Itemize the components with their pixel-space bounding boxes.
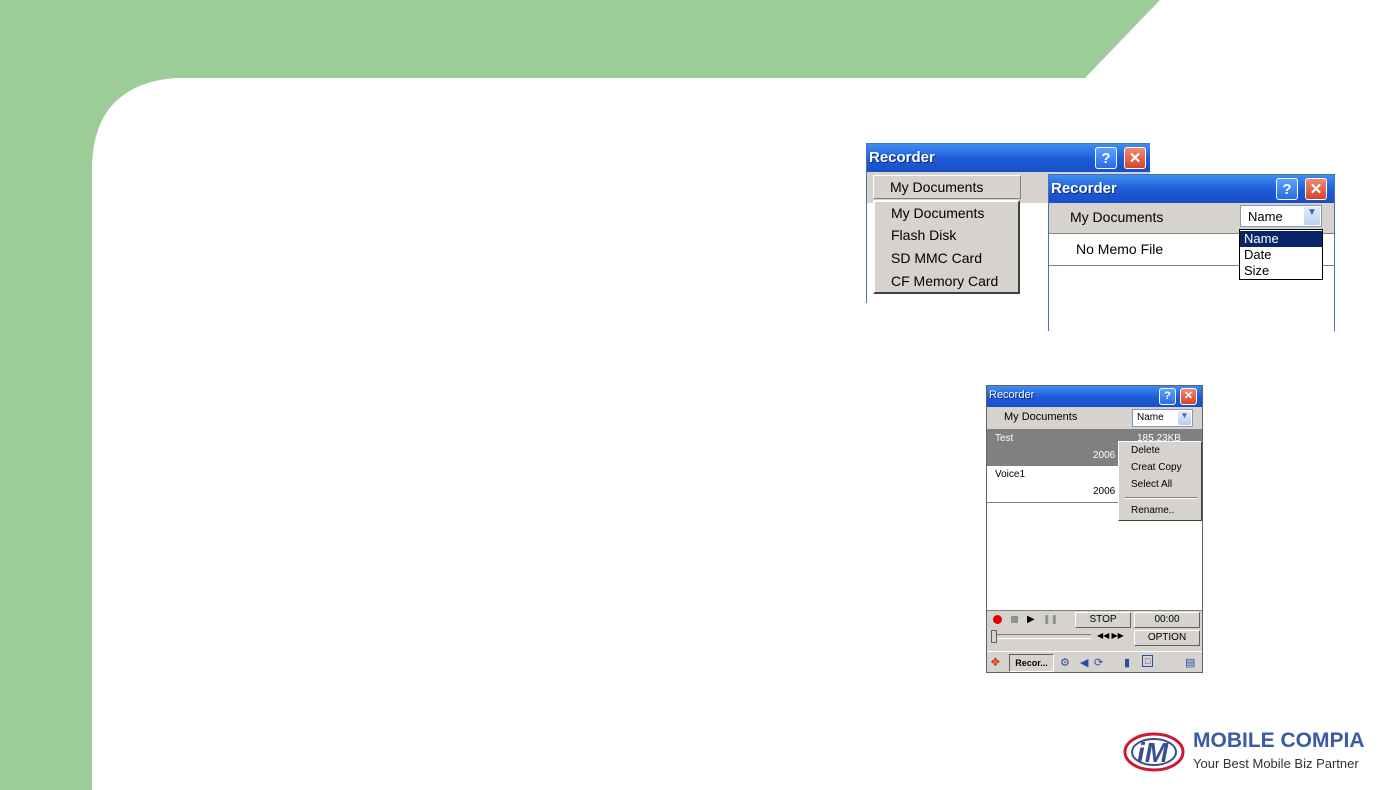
window-title: Recorder [1051,180,1117,197]
title-bar: Recorder ? ✕ [1049,175,1334,203]
close-button[interactable]: ✕ [1180,388,1197,405]
stop-icon[interactable] [1011,616,1018,623]
sort-selected-value: Name [1248,209,1283,224]
folder-label[interactable]: My Documents [1070,209,1163,225]
logo-mark-icon: iM [1123,732,1185,772]
sort-combobox[interactable]: Name ▼ [1132,409,1193,427]
file-name: Test [995,433,1014,444]
svg-text:iM: iM [1137,737,1169,768]
option-button[interactable]: OPTION [1134,630,1200,646]
file-name: Voice1 [995,469,1026,480]
context-select-all[interactable]: Select All [1131,479,1172,490]
play-icon[interactable]: ▶ [1027,614,1035,625]
folder-dropdown-list: My Documents Flash Disk SD MMC Card CF M… [873,200,1020,294]
window-title: Recorder [989,389,1035,401]
help-button[interactable]: ? [1095,147,1117,169]
rewind-fastforward-icon[interactable]: ◀◀ ▶▶ [1097,631,1124,640]
start-icon[interactable]: ❖ [990,655,1001,669]
sort-option-size[interactable]: Size [1240,263,1322,279]
help-button[interactable]: ? [1276,178,1298,200]
recorder-window-sort-menu: Recorder ? ✕ My Documents Name ▼ No Memo… [1048,174,1335,331]
folder-option-cf-memory-card[interactable]: CF Memory Card [891,273,998,289]
sort-dropdown-list: Name Date Size [1239,229,1323,280]
close-button[interactable]: ✕ [1124,147,1146,169]
folder-option-my-documents[interactable]: My Documents [891,205,984,221]
context-creat-copy[interactable]: Creat Copy [1131,462,1182,473]
sort-option-date[interactable]: Date [1240,247,1322,263]
folder-selector-button[interactable]: My Documents [873,175,1021,199]
stop-button[interactable]: STOP [1075,612,1131,628]
brand-name: MOBILE COMPIA [1193,729,1365,752]
file-date: 2006 [1093,450,1116,461]
desktop-icon[interactable]: ▤ [1185,656,1195,669]
title-bar: Recorder ? ✕ [867,144,1150,172]
menu-separator [1125,497,1197,499]
folder-label[interactable]: My Documents [1004,411,1077,423]
volume-icon[interactable]: ◀ [1080,656,1088,669]
folder-option-sd-mmc-card[interactable]: SD MMC Card [891,250,982,266]
taskbar-app-recorder[interactable]: Recor... [1009,654,1054,672]
sync-icon[interactable]: ⟳ [1094,656,1103,669]
context-rename[interactable]: Rename.. [1131,505,1174,516]
empty-message: No Memo File [1076,241,1164,257]
mobile-compia-logo: iM MOBILE COMPIA Your Best Mobile Biz Pa… [1120,727,1395,787]
network-icon[interactable]: ⚙ [1060,656,1070,669]
file-date: 2006 [1093,486,1116,497]
close-button[interactable]: ✕ [1305,178,1327,200]
recorder-window-file-list: Recorder ? ✕ My Documents Name ▼ Test 18… [986,385,1203,673]
sort-selected-value: Name [1137,412,1164,423]
input-panel-icon[interactable]: □ [1142,655,1154,667]
title-bar: Recorder ? ✕ [987,386,1202,407]
chevron-down-icon[interactable]: ▼ [1304,207,1320,225]
folder-option-flash-disk[interactable]: Flash Disk [891,227,956,243]
chevron-down-icon[interactable]: ▼ [1178,411,1191,425]
sort-option-name[interactable]: Name [1240,231,1322,247]
pause-icon[interactable]: ❚❚ [1043,614,1058,625]
battery-icon[interactable]: ▮ [1124,656,1130,669]
taskbar: ❖ Recor... ⚙ ◀ ⟳ ▮ □ ▤ [987,651,1202,672]
slider-thumb[interactable] [991,630,997,643]
sort-combobox[interactable]: Name ▼ [1240,205,1322,227]
folder-selector-label: My Documents [890,179,984,195]
brand-tagline: Your Best Mobile Biz Partner [1193,756,1359,771]
position-slider[interactable] [993,634,1091,639]
help-button[interactable]: ? [1159,388,1176,405]
context-delete[interactable]: Delete [1131,445,1160,456]
window-title: Recorder [869,149,935,166]
file-context-menu: Delete Creat Copy Select All Rename.. [1118,441,1202,521]
time-display: 00:00 [1134,612,1200,628]
record-icon[interactable] [993,615,1002,624]
